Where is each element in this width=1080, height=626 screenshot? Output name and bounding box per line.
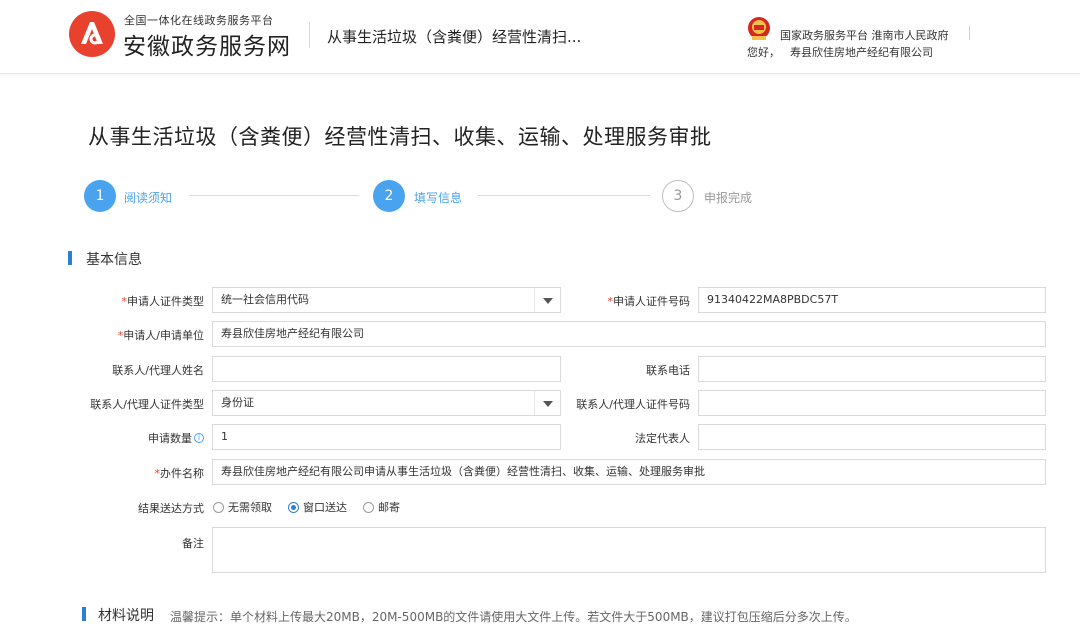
step-connector-2 [478, 195, 650, 196]
quantity-input[interactable]: 1 [212, 424, 561, 450]
chevron-down-icon[interactable] [534, 288, 560, 312]
contact-id-type-select[interactable]: 身份证 [212, 390, 561, 416]
delivery-label: 结果送达方式 [138, 502, 204, 515]
platform-link[interactable]: 国家政务服务平台 淮南市人民政府 [780, 27, 949, 43]
brand-subtitle: 全国一体化在线政务服务平台 [124, 14, 274, 27]
header-vline [969, 26, 970, 40]
radio-icon[interactable] [213, 501, 224, 513]
applicant-unit-label: *申请人/申请单位 [117, 329, 204, 342]
radio-checked-icon[interactable] [288, 501, 299, 513]
contact-id-number-label: 联系人/代理人证件号码 [576, 398, 690, 411]
remark-textarea[interactable] [212, 527, 1046, 573]
delivery-radio-group: 无需领取 窗口送达 邮寄 [213, 499, 416, 515]
header-service-name: 从事生活垃圾（含粪便）经营性清扫... [327, 28, 582, 46]
step-1-label: 阅读须知 [124, 191, 173, 205]
page-title: 从事生活垃圾（含粪便）经营性清扫、收集、运输、处理服务审批 [88, 125, 712, 149]
chevron-down-icon[interactable] [534, 391, 560, 415]
materials-hint: 温馨提示：单个材料上传最大20MB，20M-500MB的文件请使用大文件上传。若… [170, 610, 857, 624]
contact-id-number-input[interactable] [698, 390, 1046, 416]
applicant-id-number-input[interactable]: 91340422MA8PBDC57T [698, 287, 1046, 313]
step-connector-1 [189, 195, 359, 196]
basic-info-bar [68, 251, 72, 265]
applicant-id-number-label: *申请人证件号码 [607, 295, 691, 308]
applicant-id-type-label: *申请人证件类型 [121, 295, 205, 308]
user-info: 您好， 寿县欣佳房地产经纪有限公司 [747, 44, 933, 60]
contact-id-type-label: 联系人/代理人证件类型 [90, 398, 204, 411]
delivery-option-mail[interactable]: 邮寄 [363, 499, 400, 515]
legal-rep-label: 法定代表人 [635, 432, 690, 445]
contact-name-input[interactable] [212, 356, 561, 382]
anhui-gov-logo-icon[interactable] [68, 10, 116, 58]
materials-bar [82, 607, 86, 621]
site-header: 全国一体化在线政务服务平台 安徽政务服务网 从事生活垃圾（含粪便）经营性清扫..… [0, 0, 1080, 74]
contact-phone-label: 联系电话 [646, 364, 690, 377]
brand-title[interactable]: 安徽政务服务网 [123, 27, 291, 61]
delivery-option-none[interactable]: 无需领取 [213, 499, 272, 515]
quantity-label: 申请数量 i [148, 430, 204, 446]
user-company[interactable]: 寿县欣佳房地产经纪有限公司 [790, 46, 933, 59]
step-2-label: 填写信息 [414, 191, 463, 205]
national-emblem-icon [748, 17, 770, 40]
legal-rep-input[interactable] [698, 424, 1046, 450]
applicant-unit-input[interactable]: 寿县欣佳房地产经纪有限公司 [212, 321, 1046, 347]
applicant-id-type-select[interactable]: 统一社会信用代码 [212, 287, 561, 313]
radio-icon[interactable] [363, 501, 374, 513]
contact-name-label: 联系人/代理人姓名 [112, 364, 204, 377]
contact-phone-input[interactable] [698, 356, 1046, 382]
step-1-circle: 1 [84, 180, 116, 212]
info-icon[interactable]: i [194, 433, 204, 443]
greeting-text: 您好， [747, 46, 780, 59]
delivery-option-window[interactable]: 窗口送达 [288, 499, 347, 515]
materials-title: 材料说明 [98, 608, 154, 624]
remark-label: 备注 [182, 537, 204, 550]
step-3-circle: 3 [662, 180, 694, 212]
step-3-label: 申报完成 [704, 191, 753, 205]
case-name-input[interactable]: 寿县欣佳房地产经纪有限公司申请从事生活垃圾（含粪便）经营性清扫、收集、运输、处理… [212, 459, 1046, 485]
step-2-circle: 2 [373, 180, 405, 212]
case-name-label: *办件名称 [154, 467, 205, 480]
header-divider [309, 22, 310, 48]
basic-info-title: 基本信息 [86, 252, 142, 268]
